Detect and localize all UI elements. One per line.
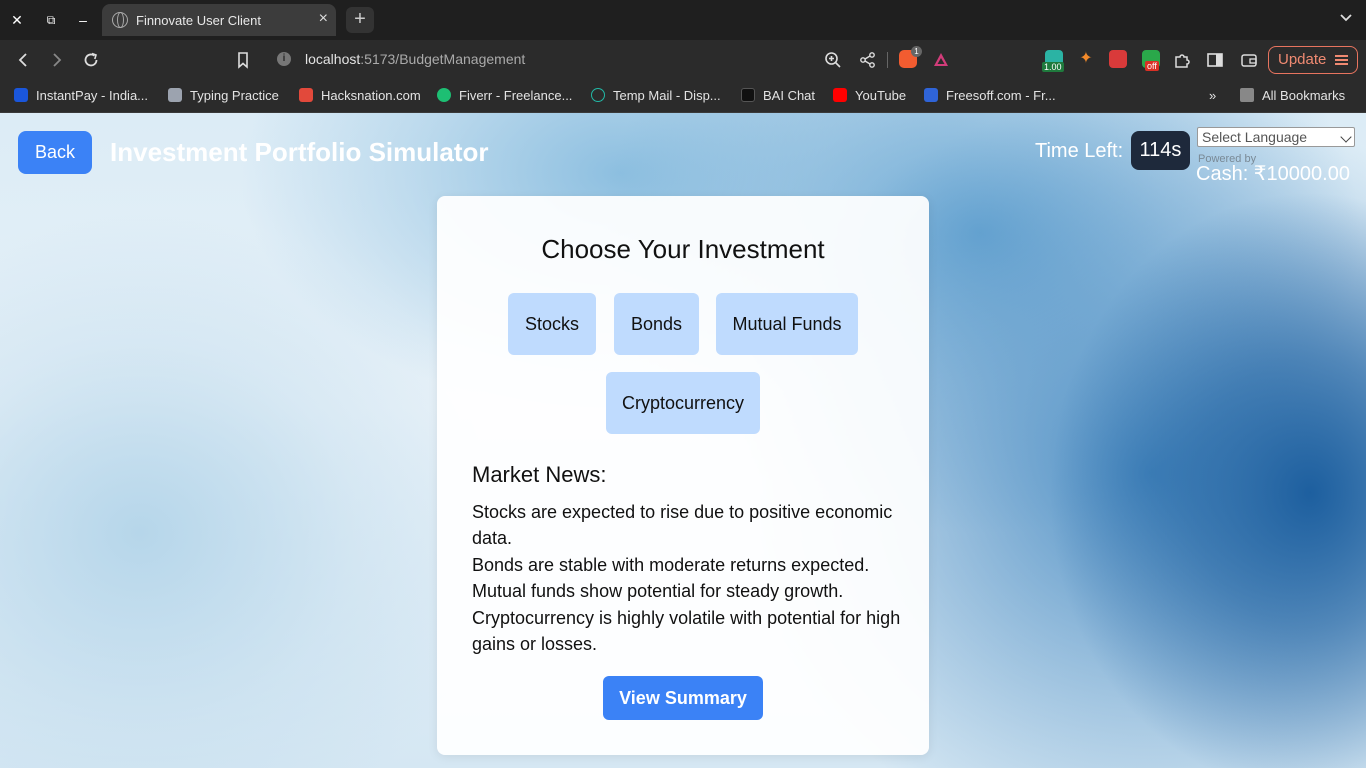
instantpay-icon <box>14 88 28 102</box>
bookmark-icon[interactable] <box>233 50 253 70</box>
close-window-icon[interactable]: ✕ <box>7 10 27 30</box>
option-bonds-button[interactable]: Bonds <box>614 293 699 355</box>
bookmark-hacksnation[interactable]: Hacksnation.com <box>299 87 421 105</box>
all-bookmarks-button[interactable]: All Bookmarks <box>1240 87 1345 105</box>
bookmark-label: YouTube <box>855 88 907 103</box>
news-item: Stocks are expected to rise due to posit… <box>472 502 893 549</box>
wallet-icon[interactable] <box>1239 50 1259 70</box>
zoom-icon[interactable] <box>823 50 843 70</box>
bookmark-baichat[interactable]: BAI Chat <box>741 87 815 105</box>
bookmark-label: BAI Chat <box>763 88 816 103</box>
brave-badge: 1 <box>911 46 922 57</box>
tempmail-icon <box>591 88 605 102</box>
youtube-icon <box>833 88 847 102</box>
new-tab-button[interactable]: + <box>346 7 374 33</box>
market-news-list: Stocks are expected to rise due to posit… <box>472 499 902 657</box>
browser-toolbar: i localhost:5173/BudgetManagement 1 1.00… <box>0 40 1366 80</box>
bookmark-label: InstantPay - India... <box>36 88 149 103</box>
bookmark-label: Freesoff.com - Fr... <box>946 88 1056 103</box>
bookmark-label: Hacksnation.com <box>321 88 421 103</box>
forward-arrow-icon[interactable] <box>47 50 67 70</box>
page-title: Investment Portfolio Simulator <box>110 137 489 167</box>
browser-tab[interactable]: Finnovate User Client × <box>102 4 336 36</box>
menu-icon <box>1335 55 1348 65</box>
bookmarks-bar: InstantPay - India... Typing Practice Ha… <box>0 80 1366 113</box>
investment-card: Choose Your Investment Stocks Bonds Mutu… <box>437 196 929 755</box>
tab-search-chevron-icon[interactable] <box>1340 11 1352 23</box>
bookmark-youtube[interactable]: YouTube <box>833 87 906 105</box>
sidebar-icon[interactable] <box>1205 50 1225 70</box>
hacksnation-icon <box>299 88 313 102</box>
timer-badge: 114s <box>1131 131 1190 170</box>
news-item: Bonds are stable with moderate returns e… <box>472 554 870 575</box>
option-cryptocurrency-button[interactable]: Cryptocurrency <box>606 372 760 434</box>
back-arrow-icon[interactable] <box>13 50 33 70</box>
bookmark-label: Fiverr - Freelance... <box>459 88 573 103</box>
bookmark-freesoff[interactable]: Freesoff.com - Fr... <box>924 87 1056 105</box>
globe-icon <box>112 12 128 28</box>
extension-badge: 1.00 <box>1042 62 1064 72</box>
bookmark-label: Temp Mail - Disp... <box>613 88 721 103</box>
extensions-puzzle-icon[interactable] <box>1172 50 1192 70</box>
option-stocks-button[interactable]: Stocks <box>508 293 596 355</box>
news-item: Cryptocurrency is highly volatile with p… <box>472 607 901 655</box>
fiverr-icon <box>437 88 451 102</box>
bookmark-typing-practice[interactable]: Typing Practice <box>168 87 279 105</box>
share-icon[interactable] <box>858 50 878 70</box>
card-title: Choose Your Investment <box>541 234 825 264</box>
tab-title: Finnovate User Client <box>136 13 261 28</box>
minimize-window-icon[interactable]: – <box>73 10 93 30</box>
chevron-down-icon <box>1340 131 1352 143</box>
time-left-label: Time Left: <box>1035 140 1124 162</box>
url-host: localhost <box>305 51 361 67</box>
typing-icon <box>168 88 182 102</box>
restore-window-icon[interactable]: ⧉ <box>41 10 61 30</box>
cash-balance: Cash: ₹10000.00 <box>1196 163 1350 185</box>
all-bookmarks-label: All Bookmarks <box>1262 88 1346 103</box>
bookmark-label: Typing Practice <box>190 88 279 103</box>
back-button[interactable]: Back <box>18 131 92 174</box>
news-item: Mutual funds show potential for steady g… <box>472 581 844 602</box>
toolbar-separator <box>887 52 888 68</box>
site-info-icon[interactable]: i <box>277 52 291 66</box>
more-bookmarks-icon[interactable]: » <box>1209 87 1216 105</box>
app-page: Back Investment Portfolio Simulator Time… <box>0 113 1366 768</box>
close-tab-icon[interactable]: × <box>319 10 328 28</box>
brave-rewards-icon[interactable] <box>931 50 951 70</box>
extension-off-badge: off <box>1145 61 1159 71</box>
freesoff-icon <box>924 88 938 102</box>
update-label: Update <box>1278 51 1327 68</box>
reload-icon[interactable] <box>81 50 101 70</box>
language-select[interactable]: Select Language <box>1197 127 1355 147</box>
bookmark-tempmail[interactable]: Temp Mail - Disp... <box>591 87 721 105</box>
url-path: :5173/BudgetManagement <box>360 51 526 67</box>
bookmark-fiverr[interactable]: Fiverr - Freelance... <box>437 87 572 105</box>
extension-flame-icon[interactable]: ✦ <box>1077 50 1095 68</box>
tab-strip: ✕ ⧉ – Finnovate User Client × + <box>0 0 1366 40</box>
extension-media-icon[interactable] <box>1109 50 1127 68</box>
language-select-value: Select Language <box>1202 129 1308 145</box>
update-button[interactable]: Update <box>1268 46 1358 74</box>
view-summary-button[interactable]: View Summary <box>603 676 763 720</box>
address-bar[interactable]: localhost:5173/BudgetManagement <box>305 51 525 67</box>
option-mutual-funds-button[interactable]: Mutual Funds <box>716 293 858 355</box>
market-news-heading: Market News: <box>472 462 607 487</box>
folder-icon <box>1240 88 1254 102</box>
bookmark-instantpay[interactable]: InstantPay - India... <box>14 87 148 105</box>
baichat-icon <box>741 88 755 102</box>
